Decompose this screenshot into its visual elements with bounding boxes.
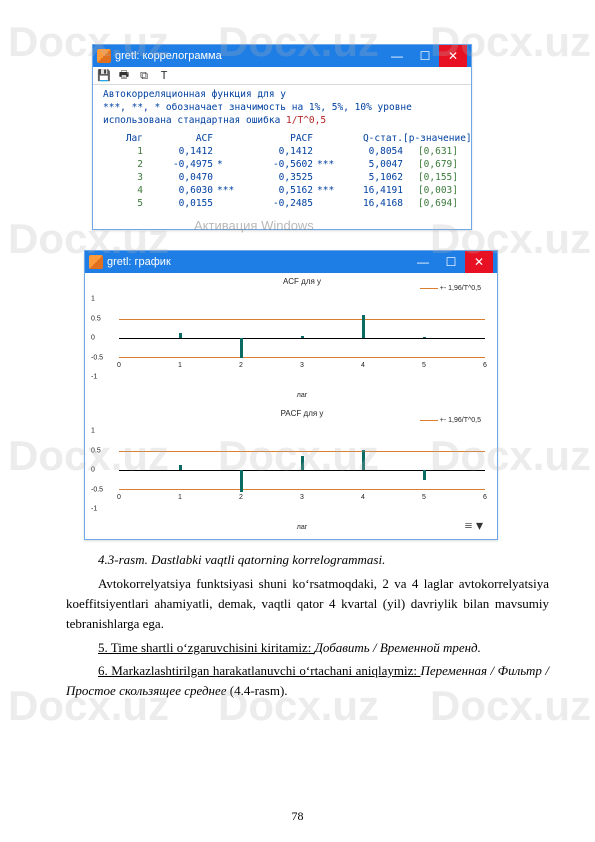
window-buttons: — ☐ ✕ [409, 251, 493, 273]
windows-activation-watermark: Активация Windows [194, 218, 314, 233]
app-icon [89, 255, 103, 269]
page-number: 78 [0, 809, 595, 824]
y-tick-label: 1 [91, 296, 95, 303]
correlogram-table: Лаг ACF PACF Q-стат. [p-значение] 10,141… [103, 133, 461, 210]
spike-bar [362, 315, 365, 338]
figure-caption: 4.3-rasm. Dastlabki vaqtli qatorning kor… [66, 550, 549, 570]
menu-icon[interactable]: ≡ ▾ [465, 518, 483, 535]
y-tick-label: -1 [91, 374, 97, 381]
copy-icon[interactable]: ⧉ [137, 69, 151, 83]
x-tick-label: 6 [483, 362, 487, 369]
spike-bar [179, 333, 182, 338]
paragraph: 6. Markazlashtirilgan harakatlanuvchi o‘… [66, 661, 549, 701]
minimize-button[interactable]: — [409, 251, 437, 273]
x-tick-label: 3 [300, 494, 304, 501]
x-axis-label: лаг [119, 524, 485, 531]
x-tick-label: 4 [361, 494, 365, 501]
y-tick-label: -0.5 [91, 486, 103, 493]
spike-bar [240, 470, 243, 492]
correlogram-window: gretl: коррелограмма — ☐ ✕ 💾 🖶 ⧉ T Авток… [92, 44, 472, 230]
y-tick-label: 0 [91, 467, 95, 474]
table-row: 2-0,4975*-0,5602***5,0047[0,679] [103, 159, 461, 172]
x-tick-label: 4 [361, 362, 365, 369]
ci-line [119, 489, 485, 490]
x-tick-label: 1 [178, 494, 182, 501]
spike-bar [301, 456, 304, 470]
window-title: gretl: график [107, 256, 409, 268]
toolbar: 💾 🖶 ⧉ T [93, 67, 471, 85]
header-text: использована стандартная ошибка 1/T^0,5 [103, 115, 461, 128]
zero-axis-line [119, 338, 485, 339]
x-tick-label: 3 [300, 362, 304, 369]
legend: +- 1,96/T^0,5 [420, 285, 481, 292]
x-tick-label: 0 [117, 362, 121, 369]
y-tick-label: 0.5 [91, 447, 101, 454]
x-tick-label: 1 [178, 362, 182, 369]
close-button[interactable]: ✕ [439, 45, 467, 67]
window-title: gretl: коррелограмма [115, 50, 383, 62]
ci-line [119, 319, 485, 320]
legend-line-icon [420, 288, 438, 289]
spike-bar [423, 470, 426, 480]
zero-axis-line [119, 470, 485, 471]
save-icon[interactable]: 💾 [97, 69, 111, 83]
correlogram-body: Автокорреляционная функция для y ***, **… [93, 85, 471, 212]
y-tick-label: -1 [91, 506, 97, 513]
legend-line-icon [420, 420, 438, 421]
paragraph: 5. Time shartli o‘zgaruvchisini kiritami… [66, 638, 549, 658]
graph-window: gretl: график — ☐ ✕ ACF для y +- 1,96/T^… [84, 250, 498, 540]
print-icon[interactable]: 🖶 [117, 69, 131, 83]
pacf-plot: PACF для y +- 1,96/T^0,5 10.50-0.5-10123… [119, 421, 485, 529]
acf-plot: ACF для y +- 1,96/T^0,5 10.50-0.5-101234… [119, 289, 485, 397]
y-tick-label: 0.5 [91, 315, 101, 322]
y-tick-label: -0.5 [91, 354, 103, 361]
y-tick-label: 0 [91, 335, 95, 342]
header-text: ***, **, * обозначает значимость на 1%, … [103, 102, 461, 115]
spike-bar [423, 337, 426, 338]
table-row: 40,6030***0,5162***16,4191[0,003] [103, 185, 461, 198]
header-text: Автокорреляционная функция для y [103, 89, 461, 102]
window-buttons: — ☐ ✕ [383, 45, 467, 67]
app-icon [97, 49, 111, 63]
table-row: 50,0155-0,248516,4168[0,694] [103, 198, 461, 211]
paragraph: Avtokorrelyatsiya funktsiyasi shuni ko‘r… [66, 574, 549, 634]
x-tick-label: 5 [422, 494, 426, 501]
document-body: 4.3-rasm. Dastlabki vaqtli qatorning kor… [66, 550, 549, 704]
x-tick-label: 0 [117, 494, 121, 501]
ci-line [119, 357, 485, 358]
close-button[interactable]: ✕ [465, 251, 493, 273]
x-tick-label: 6 [483, 494, 487, 501]
plot-axes: 10.50-0.5-10123456 [119, 431, 485, 509]
x-axis-label: лаг [119, 392, 485, 399]
text-icon[interactable]: T [157, 69, 171, 83]
spike-bar [362, 450, 365, 470]
table-header: Лаг ACF PACF Q-стат. [p-значение] [103, 133, 461, 146]
legend: +- 1,96/T^0,5 [420, 417, 481, 424]
spike-bar [240, 338, 243, 358]
ci-line [119, 451, 485, 452]
x-tick-label: 2 [239, 494, 243, 501]
titlebar[interactable]: gretl: коррелограмма — ☐ ✕ [93, 45, 471, 67]
minimize-button[interactable]: — [383, 45, 411, 67]
x-tick-label: 2 [239, 362, 243, 369]
y-tick-label: 1 [91, 428, 95, 435]
maximize-button[interactable]: ☐ [411, 45, 439, 67]
table-row: 30,04700,35255,1062[0,155] [103, 172, 461, 185]
plot-area: ACF для y +- 1,96/T^0,5 10.50-0.5-101234… [85, 273, 497, 539]
spike-bar [301, 336, 304, 338]
x-tick-label: 5 [422, 362, 426, 369]
plot-axes: 10.50-0.5-10123456 [119, 299, 485, 377]
table-row: 10,14120,14120,8054[0,631] [103, 146, 461, 159]
titlebar[interactable]: gretl: график — ☐ ✕ [85, 251, 497, 273]
maximize-button[interactable]: ☐ [437, 251, 465, 273]
spike-bar [179, 465, 182, 470]
